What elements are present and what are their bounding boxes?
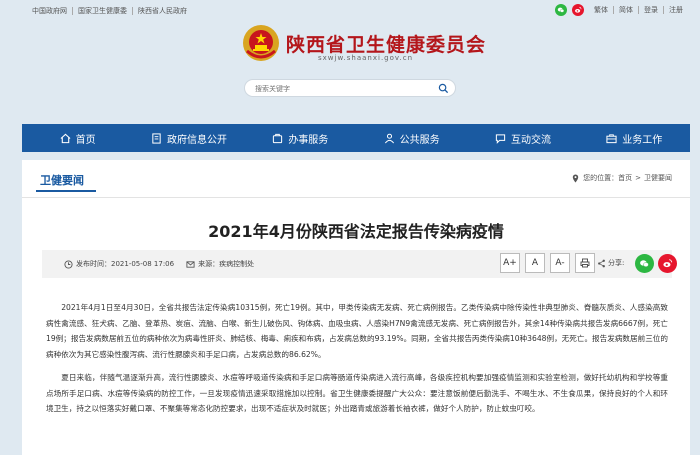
clock-icon — [64, 259, 73, 269]
briefcase-icon — [606, 133, 617, 143]
search-input[interactable] — [255, 83, 425, 94]
font-decrease-button[interactable]: A- — [550, 253, 570, 273]
people-icon — [384, 133, 394, 143]
nav-label-public-services: 公共服务 — [399, 134, 440, 146]
share-wechat-button[interactable] — [635, 254, 654, 273]
nav-item-public-services[interactable]: 公共服务 — [356, 124, 467, 152]
article-paragraph-1: 2021年4月1日至4月30日，全省共报告法定传染病10315例，死亡19例。其… — [46, 303, 668, 359]
top-link-gov[interactable]: 中国政府网 — [32, 7, 73, 15]
nav-label-gov-info: 政府信息公开 — [166, 134, 227, 146]
share-icon — [598, 259, 605, 267]
nav-item-services[interactable]: 办事服务 — [245, 124, 356, 152]
site-title: 陕西省卫生健康委员会 — [286, 34, 487, 56]
top-bar: 中国政府网 国家卫生健康委 陕西省人民政府 繁体 简体 登录 注册 — [0, 0, 700, 22]
article-paragraph-2: 夏日来临，伴随气温逐渐升高，流行性腮腺炎、水痘等呼吸道传染病和手足口病等肠道传染… — [46, 373, 668, 413]
article-meta-bar: 发布时间：2021-05-08 17:06 来源：疾病控制处 A+ A A- 分… — [42, 250, 677, 278]
traditional-chinese-link[interactable]: 繁体 — [589, 6, 613, 14]
site-domain: sxwjw.shaanxi.gov.cn — [318, 54, 414, 62]
search-box — [244, 79, 456, 97]
printer-icon — [580, 258, 590, 268]
breadcrumb-separator: > — [635, 174, 641, 182]
top-links: 中国政府网 国家卫生健康委 陕西省人民政府 — [32, 7, 192, 15]
top-link-shaanxi[interactable]: 陕西省人民政府 — [133, 7, 192, 15]
nav-label-home: 首页 — [75, 134, 96, 146]
font-increase-label: A+ — [503, 258, 517, 268]
content-panel: 卫健要闻 您的位置： 首页 > 卫健要闻 2021年4月份陕西省法定报告传染病疫… — [22, 160, 690, 455]
section-title: 卫健要闻 — [40, 174, 84, 187]
share-weibo-button[interactable] — [658, 254, 677, 273]
document-icon — [152, 132, 161, 144]
location-pin-icon — [572, 173, 579, 183]
nav-item-gov-info[interactable]: 政府信息公开 — [133, 124, 244, 152]
main-nav: 首页 政府信息公开 办事服务 公共服务 互动交流 业务工作 — [22, 124, 690, 152]
top-right-tools: 繁体 简体 登录 注册 — [555, 4, 688, 16]
breadcrumb-prefix: 您的位置： — [583, 174, 619, 182]
article-body: 2021年4月1日至4月30日，全省共报告法定传染病10315例，死亡19例。其… — [46, 300, 668, 425]
section-underline — [36, 190, 96, 192]
publish-date: 发布时间：2021-05-08 17:06 — [76, 260, 175, 268]
breadcrumb-current[interactable]: 卫健要闻 — [644, 173, 672, 183]
breadcrumb: 您的位置： 首页 > 卫健要闻 — [571, 173, 672, 183]
national-emblem-logo — [241, 23, 281, 63]
weibo-icon[interactable] — [572, 4, 584, 16]
print-button[interactable] — [575, 253, 595, 273]
nav-item-home[interactable]: 首页 — [22, 124, 133, 152]
nav-label-business: 业务工作 — [622, 134, 663, 146]
login-link[interactable]: 登录 — [638, 6, 663, 14]
home-icon — [60, 133, 71, 143]
service-icon — [273, 133, 283, 143]
font-increase-button[interactable]: A+ — [500, 253, 520, 273]
article-meta-info: 发布时间：2021-05-08 17:06 来源：疾病控制处 — [64, 259, 254, 269]
article-title: 2021年4月份陕西省法定报告传染病疫情 — [208, 222, 504, 241]
nav-item-business[interactable]: 业务工作 — [579, 124, 690, 152]
simplified-chinese-link[interactable]: 简体 — [613, 6, 638, 14]
source-icon — [186, 260, 195, 268]
wechat-share-icon — [640, 260, 649, 267]
font-default-label: A — [531, 258, 539, 268]
font-size-controls: A+ A A- — [500, 253, 600, 273]
chat-icon — [495, 133, 506, 144]
weibo-share-icon — [663, 259, 673, 268]
nav-item-interaction[interactable]: 互动交流 — [467, 124, 578, 152]
wechat-icon[interactable] — [555, 4, 567, 16]
share-label: 分享: — [608, 259, 625, 267]
article-source: 来源：疾病控制处 — [198, 260, 255, 268]
top-link-nhc[interactable]: 国家卫生健康委 — [73, 7, 133, 15]
font-decrease-label: A- — [555, 258, 565, 268]
nav-label-interaction: 互动交流 — [510, 134, 551, 146]
font-default-button[interactable]: A — [525, 253, 545, 273]
share-area: 分享: — [597, 258, 624, 268]
register-link[interactable]: 注册 — [663, 6, 688, 14]
section-header: 卫健要闻 您的位置： 首页 > 卫健要闻 — [22, 160, 690, 198]
search-icon[interactable] — [438, 83, 449, 94]
breadcrumb-home[interactable]: 首页 — [618, 173, 632, 183]
nav-label-services: 办事服务 — [288, 134, 329, 146]
